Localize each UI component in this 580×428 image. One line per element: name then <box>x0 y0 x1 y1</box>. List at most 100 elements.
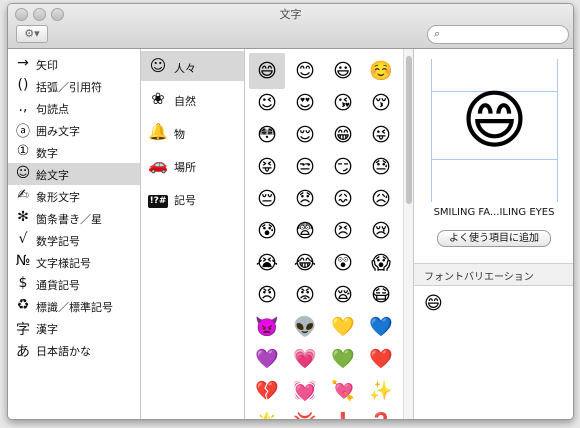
category-item[interactable]: あ日本語かな <box>8 339 140 361</box>
action-menu-button[interactable]: ⚙▾ <box>16 25 48 43</box>
emoji-cell[interactable]: 👿 <box>249 309 285 345</box>
emoji-cell[interactable]: 😃 <box>325 53 361 89</box>
subcategory-label: 自然 <box>174 95 196 108</box>
subcategory-icon: ☺ <box>149 56 167 75</box>
emoji-cell[interactable]: 💓 <box>287 373 323 409</box>
category-item[interactable]: → 矢印 <box>8 53 140 75</box>
emoji-cell[interactable]: 💛 <box>325 309 361 345</box>
category-item[interactable]: ✻ 箇条書き／星 <box>8 207 140 229</box>
category-label: 日本語かな <box>36 345 91 358</box>
emoji-cell[interactable]: 😢 <box>363 213 399 249</box>
subcategory-item[interactable]: 🔔 物 <box>141 117 244 147</box>
category-icon: ♻ <box>16 297 30 313</box>
emoji-cell[interactable]: ❓ <box>363 405 399 419</box>
font-variation-title: フォントバリエーション <box>424 272 534 283</box>
emoji-cell[interactable]: 😣 <box>325 213 361 249</box>
emoji-cell[interactable]: 😳 <box>249 117 285 153</box>
category-item[interactable]: 字漢字 <box>8 317 140 339</box>
emoji-cell[interactable]: 😱 <box>363 245 399 281</box>
emoji-cell[interactable]: 😨 <box>287 213 323 249</box>
title-bar: 文字 ⚙▾ ⌕ <box>8 4 573 49</box>
character-name: SMILING FA...ILING EYES <box>433 207 555 218</box>
emoji-cell[interactable]: 💗 <box>287 341 323 377</box>
category-icon: あ <box>16 344 30 360</box>
category-item[interactable]: № 文字様記号 <box>8 251 140 273</box>
emoji-cell[interactable]: 😁 <box>325 117 361 153</box>
emoji-cell[interactable]: 😚 <box>363 85 399 121</box>
category-item[interactable]: ① 数字 <box>8 141 140 163</box>
emoji-cell[interactable]: 💚 <box>325 341 361 377</box>
emoji-cell[interactable]: 😌 <box>287 117 323 153</box>
category-icon: ☺ <box>15 165 31 181</box>
emoji-cell[interactable]: 😰 <box>249 213 285 249</box>
category-icon: ✻ <box>17 209 29 225</box>
emoji-cell[interactable]: 💘 <box>325 373 361 409</box>
category-label: 矢印 <box>36 59 58 72</box>
preview-pane: 😄 SMILING FA...ILING EYES よく使う項目に追加 フォント… <box>413 49 573 419</box>
emoji-cell[interactable]: 😂 <box>287 245 323 281</box>
emoji-cell[interactable]: ✨ <box>363 373 399 409</box>
emoji-cell[interactable]: 😭 <box>249 245 285 281</box>
category-item[interactable]: ✍ 象形文字 <box>8 185 140 207</box>
category-label: 標識／標準記号 <box>36 301 113 314</box>
emoji-cell[interactable]: 😍 <box>287 85 323 121</box>
category-item[interactable]: ♻ 標識／標準記号 <box>8 295 140 317</box>
scrollbar-thumb[interactable] <box>406 56 412 204</box>
emoji-cell[interactable]: 😉 <box>249 85 285 121</box>
category-item[interactable]: ☺ 絵文字 <box>8 163 140 185</box>
category-icon: ① <box>16 143 30 159</box>
emoji-cell[interactable]: ❤️ <box>363 341 399 377</box>
category-item[interactable]: ., 句読点 <box>8 97 140 119</box>
emoji-cell[interactable]: 😥 <box>363 181 399 217</box>
emoji-cell[interactable]: 💙 <box>363 309 399 345</box>
emoji-cell[interactable]: 😪 <box>325 277 361 313</box>
emoji-cell[interactable]: 😝 <box>249 149 285 185</box>
category-icon: ⓐ <box>16 124 30 140</box>
category-item[interactable]: √ 数学記号 <box>8 229 140 251</box>
subcategory-item[interactable]: ❀ 自然 <box>141 84 244 114</box>
font-variation-emoji[interactable]: 😄 <box>424 293 443 314</box>
category-icon: ✍ <box>17 187 29 203</box>
category-item[interactable]: () 括弧／引用符 <box>8 75 140 97</box>
emoji-cell[interactable]: 😠 <box>249 277 285 313</box>
emoji-cell[interactable]: 😏 <box>325 149 361 185</box>
search-field[interactable]: ⌕ <box>427 25 569 44</box>
emoji-cell[interactable]: ☺️ <box>363 53 399 89</box>
add-to-favorites-button[interactable]: よく使う項目に追加 <box>437 230 551 247</box>
emoji-cell[interactable]: 🌟 <box>249 405 285 419</box>
glyph-preview: 😄 <box>431 59 558 202</box>
emoji-cell[interactable]: 😞 <box>287 181 323 217</box>
category-icon: () <box>17 77 29 93</box>
category-item[interactable]: ⓐ 囲み文字 <box>8 119 140 141</box>
subcategory-label: 場所 <box>174 161 196 174</box>
subcategory-icon: 🚗 <box>148 155 168 174</box>
emoji-cell[interactable]: 😘 <box>325 85 361 121</box>
emoji-cell[interactable]: 😔 <box>249 181 285 217</box>
emoji-cell[interactable]: 😡 <box>287 277 323 313</box>
character-viewer-window: 文字 ⚙▾ ⌕ → 矢印 () 括弧／引用符., 句読点 ⓐ 囲み文字 ① 数字 ☺ 絵文字 ✍ 象形文… <box>7 3 574 420</box>
emoji-cell[interactable]: 💔 <box>249 373 285 409</box>
category-icon: √ <box>18 231 28 247</box>
subcategory-label: 記号 <box>174 194 196 207</box>
subcategory-item[interactable]: !?# 記号 <box>141 183 244 213</box>
emoji-cell[interactable]: 😊 <box>287 53 323 89</box>
emoji-cell[interactable]: ❗ <box>325 405 361 419</box>
emoji-cell[interactable]: 😓 <box>363 149 399 185</box>
subcategory-item[interactable]: ☺ 人々 <box>141 51 244 81</box>
emoji-cell[interactable]: 😒 <box>287 149 323 185</box>
category-icon: № <box>15 253 31 269</box>
category-item[interactable]: $ 通貨記号 <box>8 273 140 295</box>
emoji-cell[interactable]: 😲 <box>325 245 361 281</box>
category-label: 漢字 <box>36 323 58 336</box>
search-input[interactable] <box>448 27 560 41</box>
emoji-cell[interactable]: 💜 <box>249 341 285 377</box>
emoji-cell[interactable]: 💢 <box>287 405 323 419</box>
emoji-cell[interactable]: 👽 <box>287 309 323 345</box>
emoji-cell[interactable]: 😄 <box>249 53 285 89</box>
subcategory-item[interactable]: 🚗 場所 <box>141 150 244 180</box>
emoji-cell[interactable]: 😖 <box>325 181 361 217</box>
category-icon: ., <box>18 99 28 115</box>
emoji-cell[interactable]: 😷 <box>363 277 399 313</box>
window-title: 文字 <box>279 8 302 21</box>
emoji-cell[interactable]: 😜 <box>363 117 399 153</box>
